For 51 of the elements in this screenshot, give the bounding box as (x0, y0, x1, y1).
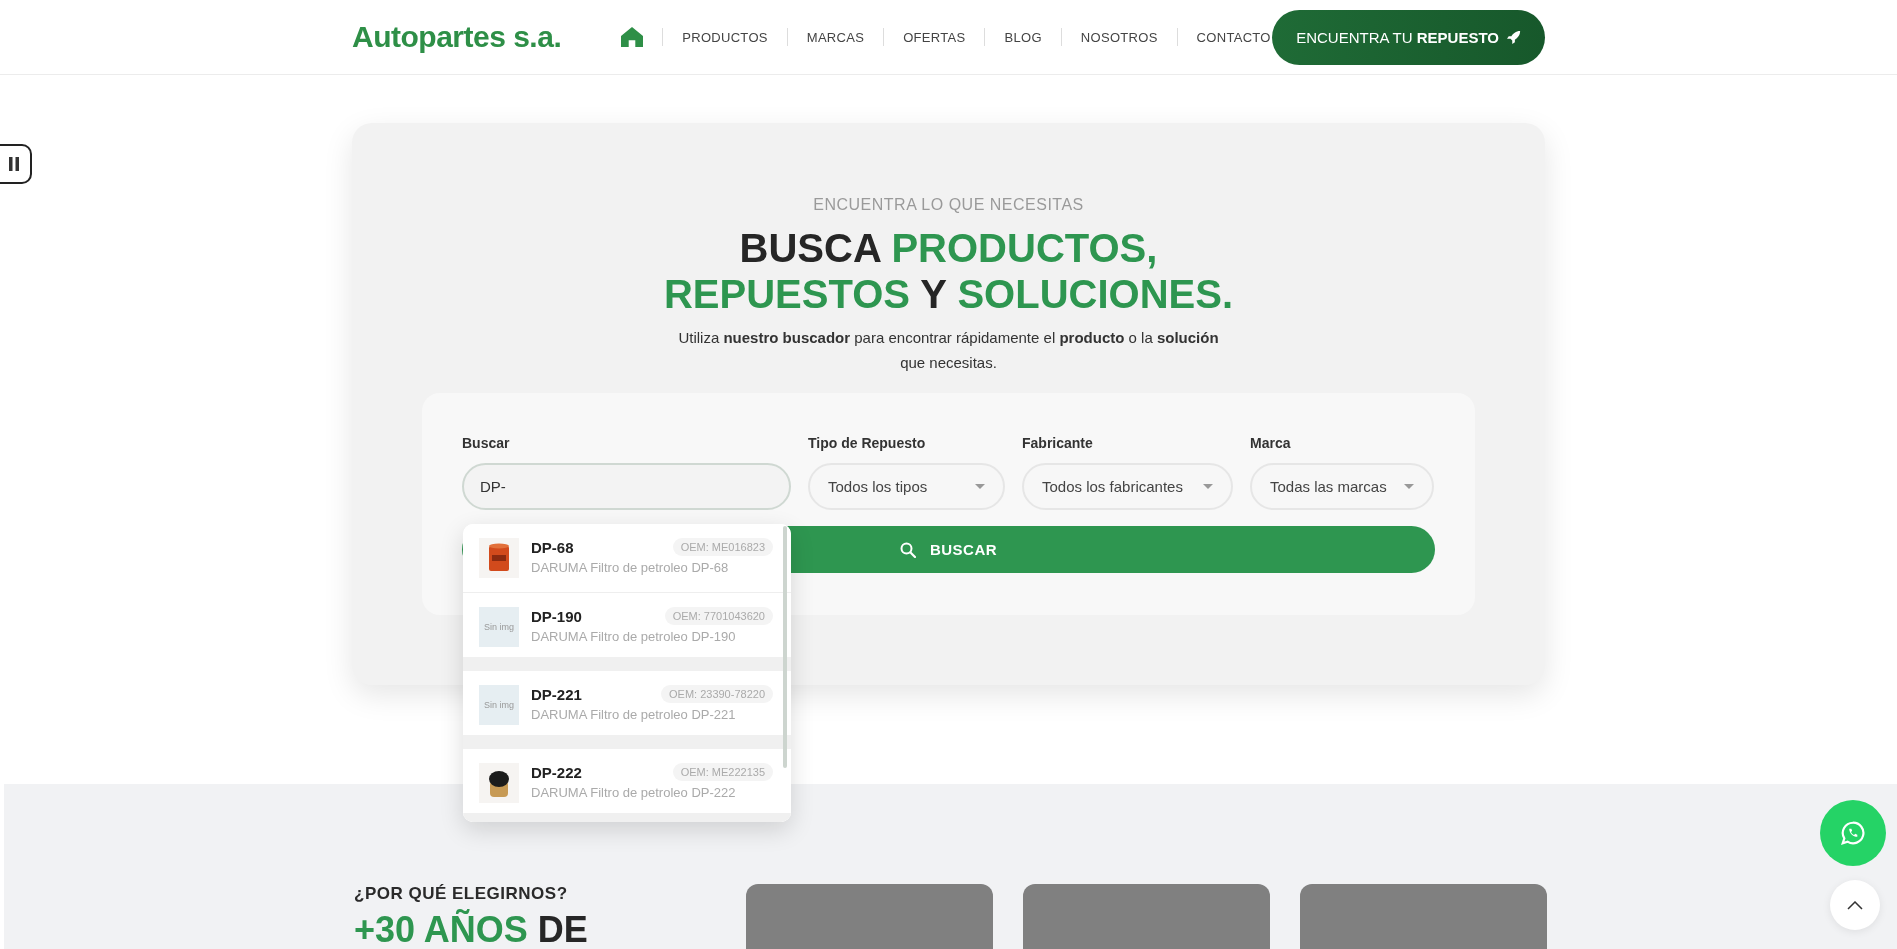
oem-tag: OEM: ME222135 (672, 763, 773, 781)
chevron-up-icon (1847, 900, 1863, 910)
filter-dropdown[interactable]: Todos los tipos (808, 463, 1005, 510)
field-label: Fabricante (1022, 434, 1094, 453)
logo[interactable]: Autopartes s.a. (352, 20, 562, 54)
rocket-icon (1507, 30, 1521, 44)
filter-dropdown[interactable]: Todos los fabricantes (1022, 463, 1233, 510)
product-description: DARUMA Filtro de petroleo DP-68 (531, 560, 730, 575)
oem-tag: OEM: 23390-78220 (661, 685, 773, 703)
find-part-button[interactable]: ENCUENTRA TU REPUESTO (1272, 9, 1545, 65)
field-label: Buscar (462, 434, 511, 453)
home-icon[interactable] (621, 27, 644, 47)
caret-icon (1404, 484, 1414, 489)
product-code: DP-68 (531, 538, 574, 556)
nav-link[interactable]: CONTACTO (1196, 29, 1271, 45)
section-heading: +30 AÑOS DE (354, 910, 589, 949)
section-eyebrow: ¿POR QUÉ ELEGIRNOS? (354, 884, 569, 904)
pause-button[interactable] (0, 144, 32, 184)
caret-icon (975, 484, 985, 489)
search-field[interactable]: DP- (462, 463, 791, 510)
scrollbar[interactable] (783, 526, 787, 768)
product-code: DP-221 (531, 685, 582, 703)
suggestion-item[interactable]: Sin img DP-190 OEM: 7701043620 DARUMA Filtro de petroleo DP-190 (463, 593, 791, 671)
pause-icon (8, 157, 20, 171)
field-label: Tipo de Repuesto (808, 434, 927, 453)
suggestion-item[interactable]: DP-68 OEM: ME016823 DARUMA Filtro de petroleo DP-68 (463, 524, 791, 593)
chat-bubble-icon (1840, 820, 1866, 846)
product-code: DP-222 (531, 763, 582, 781)
nav-link[interactable]: OFERTAS (903, 29, 966, 45)
product-description: DARUMA Filtro de petroleo DP-222 (531, 785, 737, 800)
nav-link[interactable]: MARCAS (806, 29, 865, 45)
field-label: Marca (1250, 434, 1292, 453)
search-icon (899, 541, 916, 558)
caret-icon (1203, 484, 1213, 489)
product-code: DP-190 (531, 607, 582, 625)
suggestion-item[interactable]: Sin img DP-221 OEM: 23390-78220 DARUMA Filtro de petroleo DP-221 (463, 671, 791, 749)
no-image-placeholder: Sin img (479, 607, 519, 647)
heading-line: BUSCA PRODUCTOS, (739, 225, 1158, 271)
no-image-placeholder: Sin img (479, 685, 519, 725)
nav-link[interactable]: NOSOTROS (1080, 29, 1158, 45)
product-description: DARUMA Filtro de petroleo DP-190 (531, 629, 737, 644)
filter-dropdown[interactable]: Todas las marcas (1250, 463, 1434, 510)
section-eyebrow: ENCUENTRA LO QUE NECESITAS (813, 195, 1084, 215)
heading-line: REPUESTOS Y SOLUCIONES. (663, 271, 1234, 317)
intro-text: Utiliza nuestro buscador para encontrar rápidamente el producto o la solución que necesitas. (677, 328, 1220, 373)
nav-link[interactable]: BLOG (1004, 29, 1042, 45)
oem-tag: OEM: 7701043620 (664, 607, 773, 625)
nav-link[interactable]: PRODUCTOS (682, 29, 768, 45)
product-description: DARUMA Filtro de petroleo DP-221 (531, 707, 737, 722)
suggestion-item[interactable]: DP-222 OEM: ME222135 DARUMA Filtro de petroleo DP-222 (463, 749, 791, 822)
oem-tag: OEM: ME016823 (672, 538, 773, 556)
